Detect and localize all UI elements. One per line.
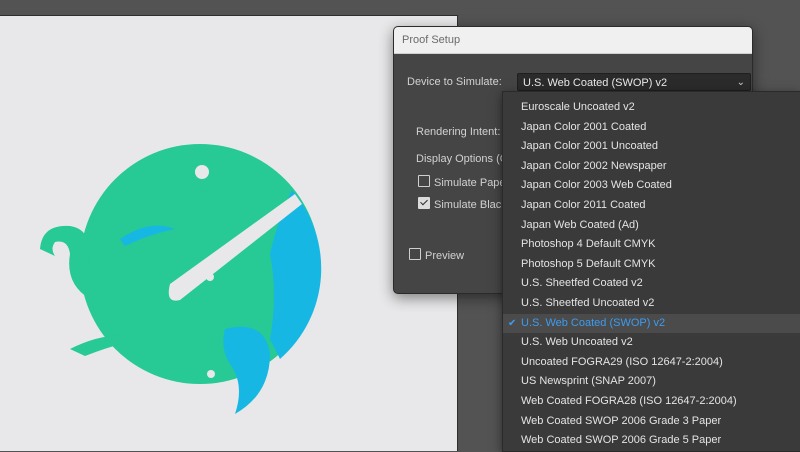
dropdown-option[interactable]: U.S. Sheetfed Coated v2 <box>503 274 800 294</box>
device-dropdown-menu[interactable]: Euroscale Uncoated v2 Japan Color 2001 Co… <box>502 91 800 452</box>
dropdown-option[interactable]: Japan Web Coated (Ad) <box>503 216 800 236</box>
document-canvas[interactable] <box>0 15 458 451</box>
dropdown-option[interactable]: Web Coated FOGRA28 (ISO 12647-2:2004) <box>503 392 800 412</box>
dropdown-option-label: U.S. Web Uncoated v2 <box>521 336 633 349</box>
dropdown-option-label: U.S. Sheetfed Coated v2 <box>521 277 643 290</box>
rendering-intent-label: Rendering Intent: <box>416 126 501 138</box>
dropdown-option[interactable]: Japan Color 2003 Web Coated <box>503 176 800 196</box>
dropdown-option[interactable]: Japan Color 2011 Coated <box>503 196 800 216</box>
dropdown-option[interactable]: Japan Color 2001 Coated <box>503 118 800 138</box>
dropdown-option[interactable]: U.S. Sheetfed Uncoated v2 <box>503 294 800 314</box>
checkmark-icon: ✔ <box>508 317 517 329</box>
artwork-eye-dot-2 <box>207 370 215 378</box>
preview-checkbox[interactable] <box>409 248 421 260</box>
dropdown-option-label: Japan Color 2002 Newspaper <box>521 159 667 172</box>
device-select[interactable]: U.S. Web Coated (SWOP) v2 ⌄ <box>517 73 751 91</box>
device-select-value: U.S. Web Coated (SWOP) v2 <box>523 77 668 89</box>
dropdown-option-label: Japan Color 2003 Web Coated <box>521 179 672 192</box>
dropdown-option-label: U.S. Web Coated (SWOP) v2 <box>521 316 666 329</box>
simulate-paper-row[interactable]: Simulate Paper <box>418 175 509 189</box>
dropdown-option[interactable]: Web Coated SWOP 2006 Grade 3 Paper <box>503 412 800 432</box>
simulate-black-checkbox[interactable] <box>418 197 430 209</box>
simulate-black-row[interactable]: Simulate Black <box>418 197 507 211</box>
chevron-down-icon: ⌄ <box>736 77 745 88</box>
preview-label: Preview <box>425 250 465 262</box>
dropdown-option[interactable]: US Newsprint (SNAP 2007) <box>503 372 800 392</box>
dropdown-option-label: US Newsprint (SNAP 2007) <box>521 375 656 388</box>
dropdown-option-label: Photoshop 4 Default CMYK <box>521 238 656 251</box>
dropdown-option-label: Uncoated FOGRA29 (ISO 12647-2:2004) <box>521 355 723 368</box>
dropdown-option-label: U.S. Sheetfed Uncoated v2 <box>521 296 655 309</box>
dropdown-option-label: Japan Color 2011 Coated <box>521 198 646 211</box>
simulate-black-label: Simulate Black <box>434 199 507 211</box>
dropdown-option[interactable]: ✔ U.S. Web Coated (SWOP) v2 <box>503 313 800 334</box>
dropdown-option[interactable]: Uncoated FOGRA29 (ISO 12647-2:2004) <box>503 353 800 373</box>
dropdown-option[interactable]: Japan Color 2001 Uncoated <box>503 137 800 157</box>
dropdown-option[interactable]: Photoshop 5 Default CMYK <box>503 255 800 275</box>
device-options-list: Euroscale Uncoated v2 Japan Color 2001 Co… <box>503 92 800 451</box>
dropdown-option-label: Japan Web Coated (Ad) <box>521 218 639 231</box>
dropdown-option-label: Euroscale Uncoated v2 <box>521 101 635 113</box>
display-options-row: Display Options (C <box>416 153 508 165</box>
dropdown-option[interactable]: Web Coated SWOP 2006 Grade 5 Paper <box>503 431 800 451</box>
rendering-intent-row: Rendering Intent: <box>416 126 500 138</box>
dropdown-option-label: Web Coated SWOP 2006 Grade 5 Paper <box>521 434 722 447</box>
dropdown-option-label: Web Coated SWOP 2006 Grade 3 Paper <box>521 414 722 427</box>
whale-logo-artwork <box>40 144 322 414</box>
dropdown-option[interactable]: Photoshop 4 Default CMYK <box>503 235 800 255</box>
dropdown-option-label: Web Coated FOGRA28 (ISO 12647-2:2004) <box>521 394 737 407</box>
preview-row[interactable]: Preview <box>409 248 464 262</box>
simulate-paper-checkbox[interactable] <box>418 175 430 187</box>
dropdown-option[interactable]: Euroscale Uncoated v2 <box>503 98 800 118</box>
artwork-eye-dot <box>206 273 214 281</box>
dropdown-option[interactable]: Japan Color 2002 Newspaper <box>503 157 800 177</box>
simulate-paper-label: Simulate Paper <box>434 177 510 189</box>
dropdown-option-label: Japan Color 2001 Coated <box>521 120 647 133</box>
dropdown-option-label: Photoshop 5 Default CMYK <box>521 257 656 270</box>
dropdown-option-label: Japan Color 2001 Uncoated <box>521 140 658 153</box>
device-row: Device to Simulate: U.S. Web Coated (SWO… <box>407 73 751 91</box>
device-label: Device to Simulate: <box>407 76 502 88</box>
dropdown-option[interactable]: U.S. Web Uncoated v2 <box>503 333 800 353</box>
dialog-title: Proof Setup <box>394 27 752 54</box>
display-options-label: Display Options (C <box>416 153 508 165</box>
